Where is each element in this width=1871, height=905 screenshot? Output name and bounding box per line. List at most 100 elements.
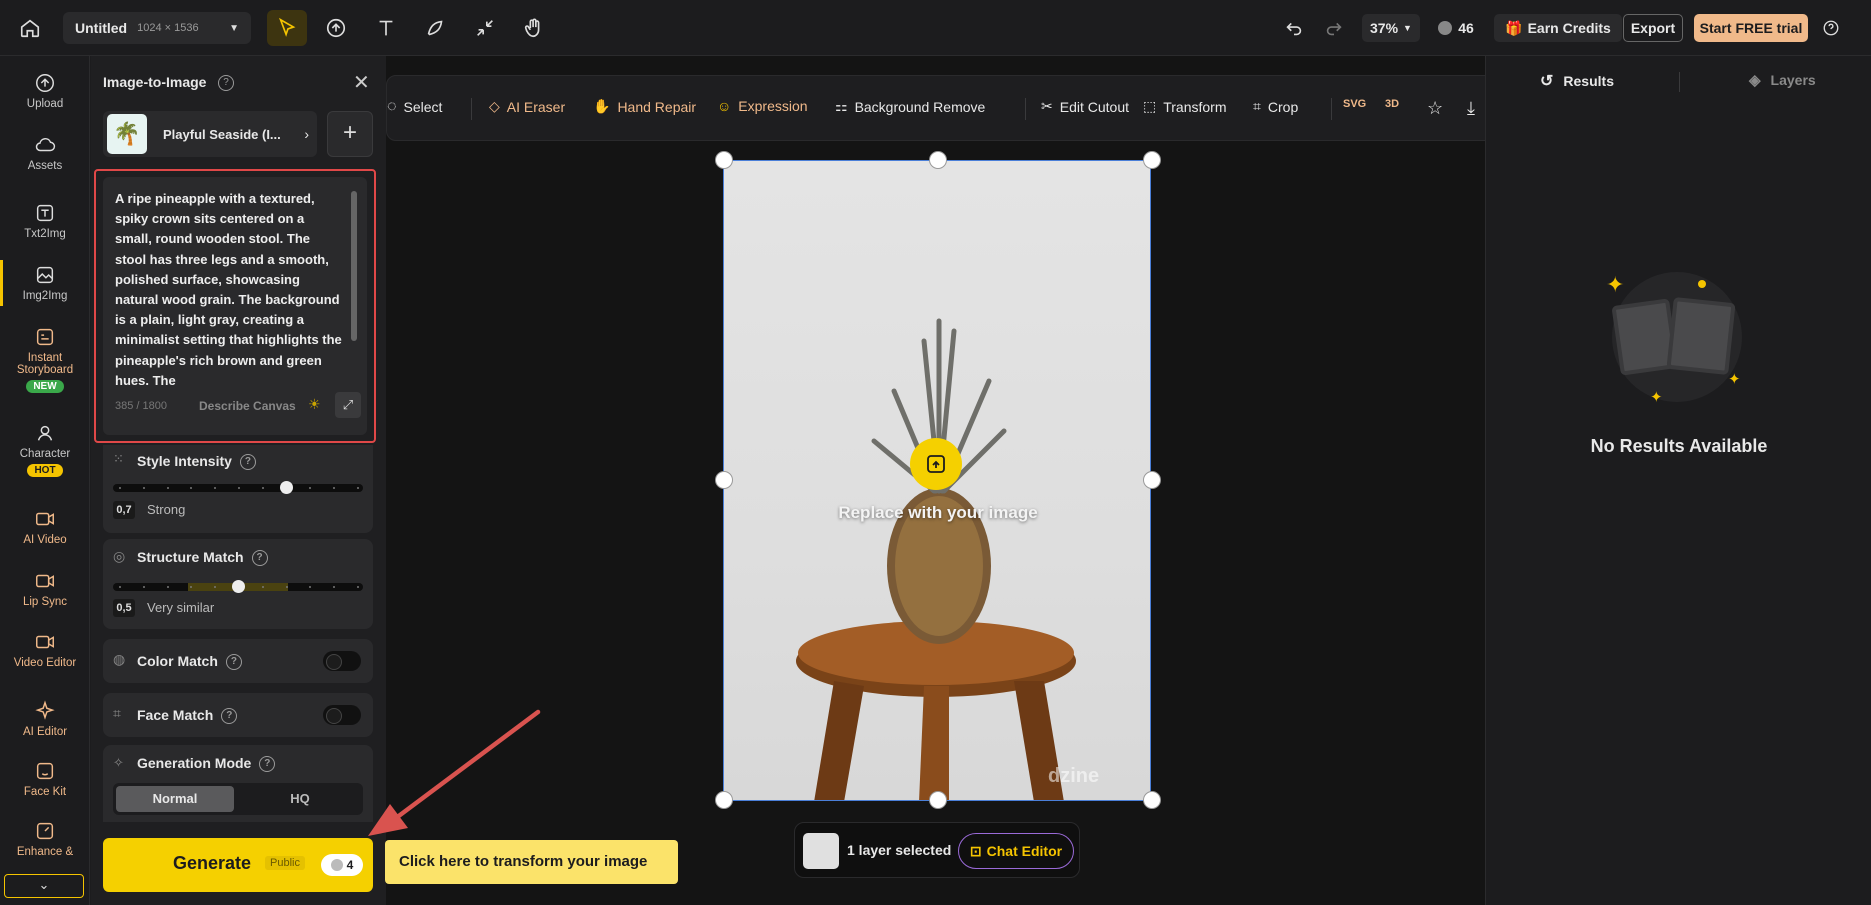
describe-canvas-button[interactable]: Describe Canvas xyxy=(199,399,296,413)
sparkle-icon: ✦ xyxy=(1728,371,1741,388)
resize-handle[interactable] xyxy=(1143,471,1161,489)
img2img-icon xyxy=(36,266,54,284)
cloud-icon xyxy=(35,137,56,152)
rail-item-assets[interactable]: Assets xyxy=(0,134,90,172)
tab-layers[interactable]: ◈ Layers xyxy=(1749,71,1816,89)
canvas-image[interactable]: Replace with your image dzine xyxy=(723,160,1151,801)
zoom-dropdown[interactable]: 37% ▼ xyxy=(1362,14,1420,42)
chevron-down-icon: ⌄ xyxy=(38,877,50,892)
rail-item-lip-sync[interactable]: Lip Sync xyxy=(0,570,90,608)
rail-item-ai-video[interactable]: AI Video xyxy=(0,508,90,546)
divider xyxy=(1025,98,1026,120)
slider-tick xyxy=(214,487,217,489)
mode-hq-button[interactable]: HQ xyxy=(241,786,359,812)
rail-item-ai-editor[interactable]: AI Editor xyxy=(0,700,90,738)
crop-label: Crop xyxy=(1267,98,1299,115)
slider-tick xyxy=(333,487,336,489)
generate-button[interactable]: Generate Public 4 xyxy=(103,838,373,892)
rail-item-character[interactable]: Character HOT xyxy=(0,422,90,477)
text-tool-icon[interactable] xyxy=(366,10,406,46)
resize-handle[interactable] xyxy=(929,791,947,809)
color-match-toggle[interactable] xyxy=(323,651,361,671)
upload-arrow-icon[interactable] xyxy=(316,10,356,46)
canvas-area[interactable]: Replace with your image dzine 1 layer se… xyxy=(386,56,1578,905)
help-icon[interactable]: ? xyxy=(218,74,234,92)
credits-display[interactable]: 46 xyxy=(1430,14,1482,42)
rail-item-enhance[interactable]: Enhance & xyxy=(0,820,90,858)
rail-item-video-editor[interactable]: Video Editor xyxy=(0,631,90,669)
help-icon[interactable]: ? xyxy=(251,550,268,567)
layer-thumbnail xyxy=(803,833,839,869)
rail-item-img2img[interactable]: Img2Img xyxy=(0,260,90,306)
prompt-scrollbar[interactable] xyxy=(351,191,357,341)
download-icon[interactable]: ⤓ xyxy=(1467,98,1475,119)
rail-item-face-kit[interactable]: Face Kit xyxy=(0,760,90,798)
slider-thumb[interactable] xyxy=(232,580,245,593)
help-icon[interactable]: ? xyxy=(225,654,242,671)
hand-tool-icon[interactable] xyxy=(514,10,554,46)
background-remove-button[interactable]: ⚏ Background Remove xyxy=(835,98,985,115)
export-button[interactable]: Export xyxy=(1623,14,1683,42)
mode-normal-button[interactable]: Normal xyxy=(116,786,234,812)
help-icon[interactable] xyxy=(1812,10,1850,46)
structure-match-slider[interactable] xyxy=(113,580,363,593)
credits-count: 46 xyxy=(1458,20,1474,36)
document-title-dropdown[interactable]: Untitled 1024 × 1536 ▼ xyxy=(63,12,251,44)
edit-cutout-button[interactable]: ✂ Edit Cutout xyxy=(1041,98,1129,115)
add-style-button[interactable]: + xyxy=(327,111,373,157)
rail-label-ai-video: AI Video xyxy=(23,534,67,546)
crop-button[interactable]: ⌗ Crop xyxy=(1253,98,1298,115)
ai-eraser-button[interactable]: ◇ AI Eraser xyxy=(489,98,565,115)
resize-handle[interactable] xyxy=(1143,791,1161,809)
resize-handle[interactable] xyxy=(715,471,733,489)
resize-handle[interactable] xyxy=(929,151,947,169)
earn-credits-button[interactable]: 🎁 Earn Credits xyxy=(1494,14,1622,42)
select-tool-icon[interactable] xyxy=(267,10,307,46)
rail-item-storyboard[interactable]: Instant Storyboard NEW xyxy=(0,326,90,393)
pen-tool-icon[interactable] xyxy=(416,10,456,46)
slider-tick xyxy=(261,586,264,588)
history-icon: ↺ xyxy=(1540,73,1554,90)
select-button[interactable]: ◌ Select xyxy=(387,98,442,116)
style-intensity-slider[interactable] xyxy=(113,481,363,494)
redo-icon[interactable] xyxy=(1314,10,1354,46)
help-icon[interactable]: ? xyxy=(221,708,238,725)
chat-editor-button[interactable]: ⊡ Chat Editor xyxy=(958,833,1074,869)
help-icon[interactable]: ? xyxy=(259,756,276,773)
gift-icon: 🎁 xyxy=(1505,19,1523,36)
close-icon[interactable]: ✕ xyxy=(353,70,370,95)
style-intensity-text: Strong xyxy=(147,502,186,517)
resize-handle[interactable] xyxy=(715,791,733,809)
collapse-icon[interactable] xyxy=(465,10,505,46)
tab-results[interactable]: ↺ Results xyxy=(1540,71,1614,91)
style-name: Playful Seaside (I... xyxy=(163,126,281,142)
layers-tab-label: Layers xyxy=(1770,72,1816,88)
slider-thumb[interactable] xyxy=(279,481,293,494)
slider-tick xyxy=(166,586,169,588)
resize-handle[interactable] xyxy=(715,151,733,169)
rail-expand-button[interactable]: ⌄ xyxy=(4,874,84,898)
generate-label: Generate xyxy=(173,853,252,873)
face-match-toggle[interactable] xyxy=(323,705,361,725)
lightbulb-icon[interactable]: ☀ xyxy=(308,396,321,413)
expression-button[interactable]: ☺ Expression xyxy=(717,98,808,114)
expand-icon[interactable]: ⤢ xyxy=(335,392,361,418)
rail-label-txt2img: Txt2Img xyxy=(24,228,66,240)
document-size: 1024 × 1536 xyxy=(137,22,199,34)
star-icon[interactable]: ☆ xyxy=(1427,98,1443,119)
replace-image-button[interactable] xyxy=(910,438,962,490)
transform-button[interactable]: ⬚ Transform xyxy=(1143,98,1227,115)
rail-item-txt2img[interactable]: Txt2Img xyxy=(0,202,90,240)
hand-repair-button[interactable]: ✋ Hand Repair xyxy=(593,98,696,115)
help-icon[interactable]: ? xyxy=(239,454,256,471)
rail-item-upload[interactable]: Upload xyxy=(0,72,90,110)
home-icon[interactable] xyxy=(10,10,50,46)
3d-button[interactable]: 3D xyxy=(1385,98,1399,110)
style-selector[interactable]: 🌴 Playful Seaside (I... › xyxy=(103,111,317,157)
svg-export-button[interactable]: SVG xyxy=(1343,98,1366,110)
resize-handle[interactable] xyxy=(1143,151,1161,169)
undo-icon[interactable] xyxy=(1274,10,1314,46)
annotation-arrow xyxy=(368,709,541,836)
start-trial-button[interactable]: Start FREE trial xyxy=(1694,14,1808,42)
prompt-textarea[interactable]: A ripe pineapple with a textured, spiky … xyxy=(115,189,343,389)
